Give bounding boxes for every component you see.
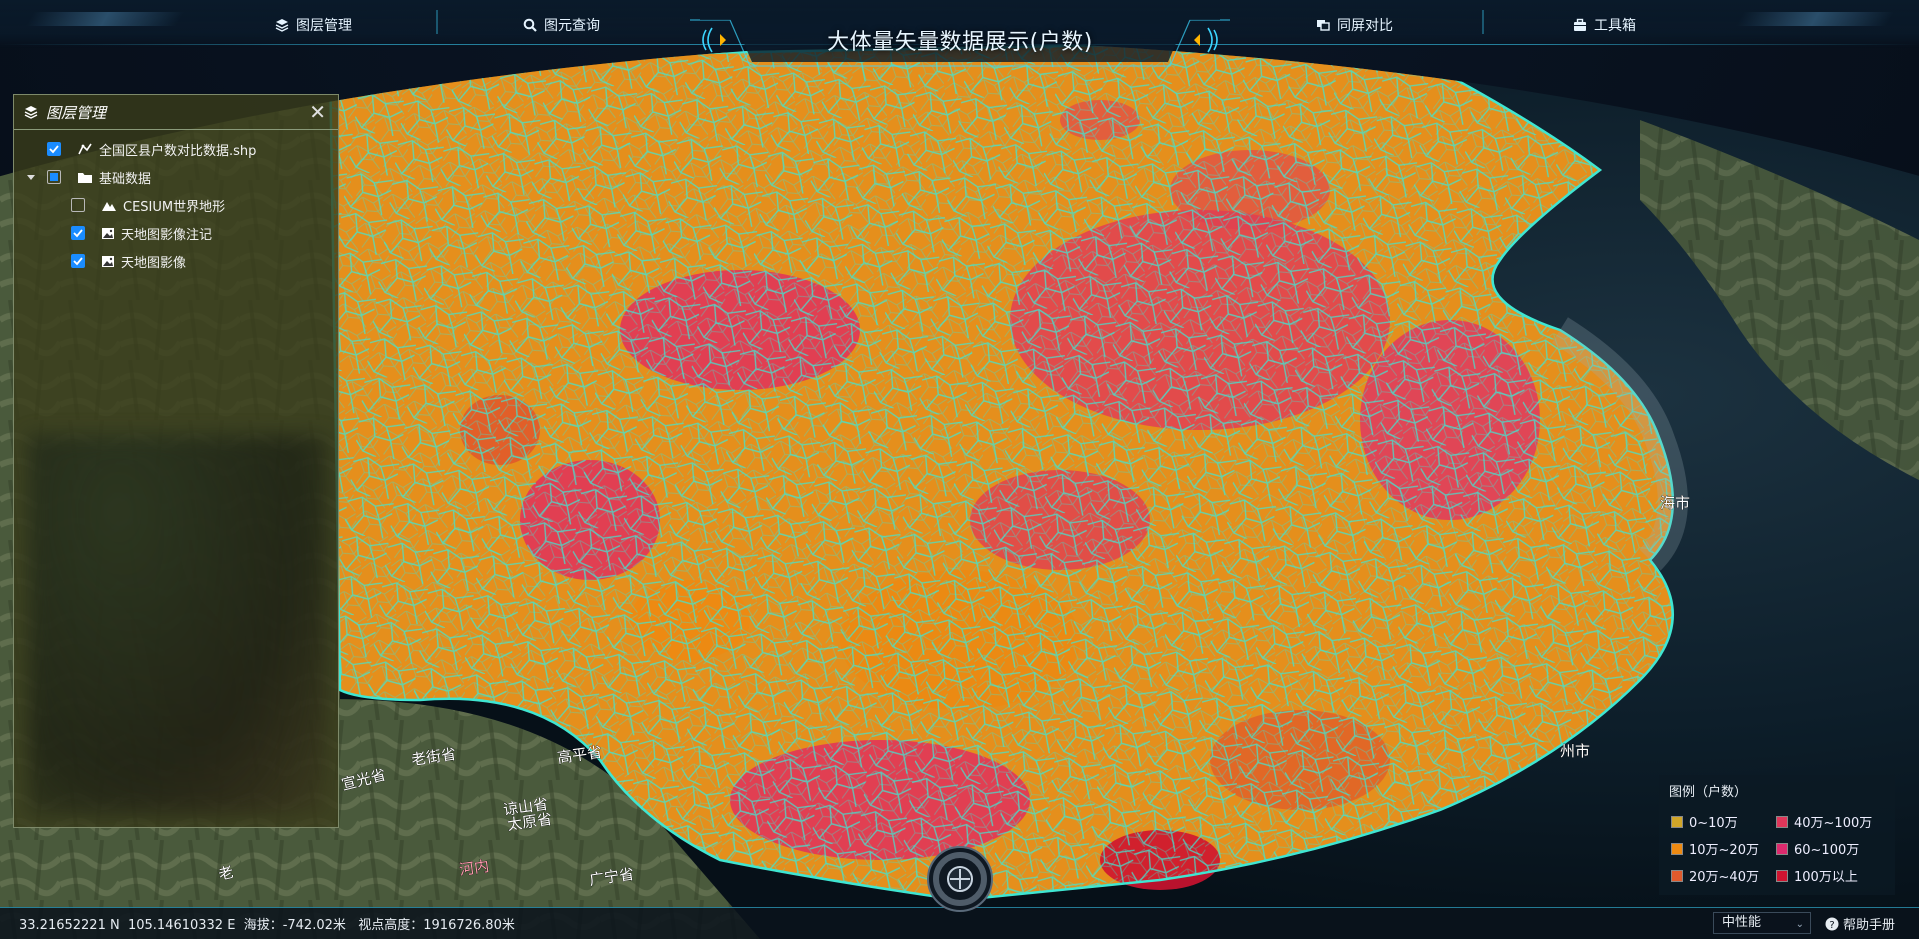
legend-label: 60~100万 xyxy=(1794,843,1860,858)
legend-item: 40万~100万 xyxy=(1776,812,1872,831)
svg-text:?: ? xyxy=(1829,920,1834,931)
vector-icon xyxy=(78,143,92,155)
map-label: 州市 xyxy=(1560,742,1590,760)
help-manual-link[interactable]: ? 帮助手册 xyxy=(1825,914,1895,933)
page-title: 大体量矢量数据展示(户数) xyxy=(827,30,1093,55)
terrain-icon xyxy=(102,201,116,211)
compare-icon xyxy=(1317,20,1330,31)
check-icon xyxy=(73,229,83,238)
chevron-down-icon: ⌄ xyxy=(1795,919,1804,930)
search-icon xyxy=(523,18,537,32)
layer-label: 基础数据 xyxy=(99,171,152,187)
legend-label: 100万以上 xyxy=(1794,870,1858,885)
layer-group-base-data[interactable]: 基础数据 xyxy=(27,167,151,187)
layer-label: 天地图影像 xyxy=(121,255,187,271)
image-icon xyxy=(102,255,114,267)
layer-checkbox[interactable] xyxy=(47,170,61,184)
layer-item-cesium-terrain[interactable]: CESIUM世界地形 xyxy=(71,195,225,215)
legend-item: 100万以上 xyxy=(1776,866,1858,885)
top-decoration xyxy=(1735,12,1895,26)
help-label: 帮助手册 xyxy=(1843,918,1896,933)
legend-item: 0~10万 xyxy=(1671,812,1738,831)
layers-icon xyxy=(275,19,289,32)
layer-checkbox[interactable] xyxy=(71,254,85,268)
close-icon[interactable]: ✕ xyxy=(309,102,326,122)
coordinate-readout: 33.21652221 N 105.14610332 E 海拔：-742.02米… xyxy=(19,918,515,933)
layers-icon xyxy=(24,106,38,119)
layer-item-county-data[interactable]: 全国区县户数对比数据.shp xyxy=(47,139,256,159)
legend-label: 40万~100万 xyxy=(1794,816,1873,831)
nav-layer-manager[interactable]: 图层管理 xyxy=(275,14,352,36)
map-label: 海市 xyxy=(1660,494,1690,512)
performance-value: 中性能 xyxy=(1722,915,1762,930)
panel-title: 图层管理 xyxy=(46,103,107,122)
legend-label: 10万~20万 xyxy=(1689,843,1759,858)
folder-icon xyxy=(78,172,92,183)
layer-label: 全国区县户数对比数据.shp xyxy=(99,143,257,159)
legend-swatch xyxy=(1776,869,1788,882)
toolbox-icon xyxy=(1574,18,1586,31)
layer-checkbox[interactable] xyxy=(47,142,61,156)
layer-checkbox[interactable] xyxy=(71,198,85,212)
nav-feature-query[interactable]: 图元查询 xyxy=(523,14,600,36)
layer-item-tianditu-imagery[interactable]: 天地图影像 xyxy=(71,251,186,271)
app-root: 老街省 高平省 谅山省 太原省 河内 广宁省 宣光省 老 海市 州市 图层管理 … xyxy=(0,0,1919,939)
legend-swatch xyxy=(1776,842,1788,855)
legend-swatch xyxy=(1671,815,1683,828)
check-icon xyxy=(49,145,59,154)
navigation-compass[interactable] xyxy=(926,845,994,913)
legend-label: 20万~40万 xyxy=(1689,870,1759,885)
panel-header: 图层管理 ✕ xyxy=(14,95,338,130)
legend-title: 图例（户数） xyxy=(1669,785,1748,800)
layer-label: CESIUM世界地形 xyxy=(123,199,226,215)
layer-item-tianditu-annotation[interactable]: 天地图影像注记 xyxy=(71,223,212,243)
panel-background-blur xyxy=(28,435,328,815)
legend-label: 0~10万 xyxy=(1689,816,1738,831)
performance-select[interactable]: 中性能 ⌄ xyxy=(1713,912,1811,934)
nav-separator xyxy=(436,10,438,34)
legend-swatch xyxy=(1671,842,1683,855)
chevron-down-icon[interactable] xyxy=(27,174,35,180)
image-icon xyxy=(102,227,114,239)
check-icon xyxy=(73,257,83,266)
layer-checkbox[interactable] xyxy=(71,226,85,240)
top-decoration xyxy=(25,12,185,26)
nav-label: 图元查询 xyxy=(544,18,600,34)
legend-swatch xyxy=(1671,869,1683,882)
nav-toolbox[interactable]: 工具箱 xyxy=(1573,14,1636,36)
map-legend: 图例（户数） 0~10万 40万~100万 10万~20万 60~100万 20… xyxy=(1659,775,1895,895)
nav-label: 工具箱 xyxy=(1594,18,1636,34)
legend-swatch xyxy=(1776,815,1788,828)
help-icon: ? xyxy=(1825,917,1839,931)
legend-item: 10万~20万 xyxy=(1671,839,1759,858)
nav-label: 图层管理 xyxy=(296,18,352,34)
legend-item: 60~100万 xyxy=(1776,839,1859,858)
nav-label: 同屏对比 xyxy=(1337,18,1393,34)
nav-separator xyxy=(1482,10,1484,34)
nav-split-compare[interactable]: 同屏对比 xyxy=(1316,14,1393,36)
layer-label: 天地图影像注记 xyxy=(121,227,213,243)
legend-item: 20万~40万 xyxy=(1671,866,1759,885)
layer-manager-panel: 图层管理 ✕ 全国区县户数对比数据.shp 基础数据 CESIUM世界地形 天地… xyxy=(13,94,339,828)
